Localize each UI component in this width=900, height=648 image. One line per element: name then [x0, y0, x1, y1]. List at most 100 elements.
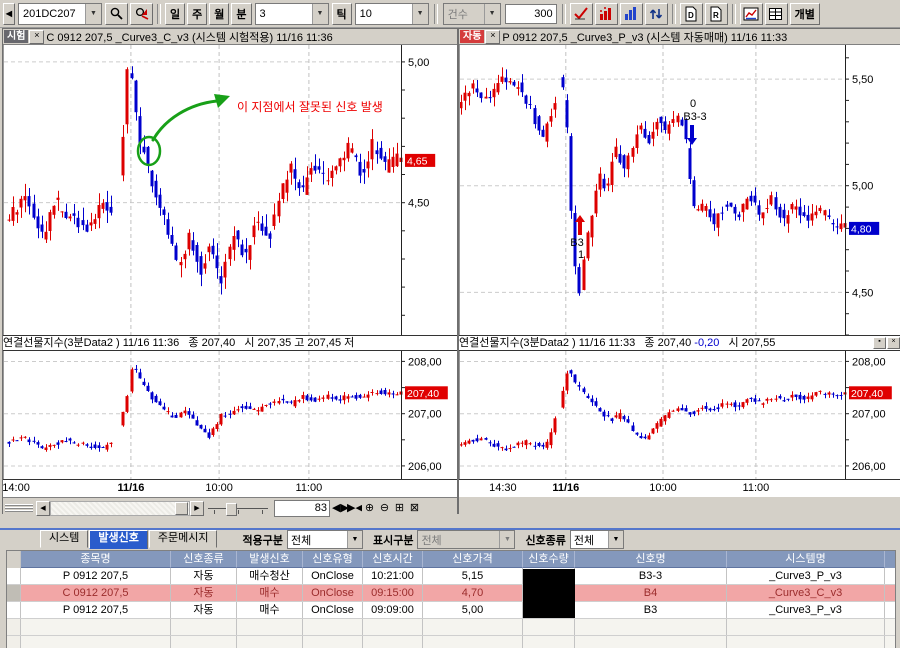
signal-tabs: 시스템발생신호주문메시지 [40, 530, 218, 549]
minute-combo[interactable]: 3 ▼ [255, 3, 329, 25]
grid-button[interactable] [765, 3, 788, 25]
filter-signal-type-combo[interactable]: 전체▼ [570, 530, 624, 549]
filter-value: 전체 [418, 532, 499, 548]
chart-title: P 0912 207,5 _Curve3_P_v3 (시스템 자동매매) 11/… [502, 29, 787, 45]
main-candlestick-chart: 5,004,504,65이 지점에서 잘못된 신호 발생 [3, 45, 457, 335]
document-r-button[interactable]: R [705, 3, 728, 25]
scroll-left-button[interactable]: ◀ [3, 3, 15, 25]
count-label: 건수 [444, 6, 484, 22]
toolbar: ◀ 201DC207 ▼ 일 주 월 분 3 ▼ 틱 10 ▼ 건수 ▼ [0, 0, 900, 28]
table-header: 종목명신호종류발생신호신호유형신호시간신호가격신호수량신호명시스템명 [7, 551, 895, 568]
table-cell [21, 619, 171, 635]
zoom-slider[interactable] [208, 501, 268, 516]
row-selector-cell[interactable] [7, 602, 21, 618]
search-button[interactable] [105, 3, 128, 25]
tick-combo[interactable]: 10 ▼ [355, 3, 429, 25]
row-selector-cell[interactable] [7, 568, 21, 584]
scrollbar-thumb[interactable] [175, 502, 188, 515]
signal-chart-blue-button[interactable] [620, 3, 643, 25]
svg-text:1: 1 [578, 249, 584, 261]
individual-button[interactable]: 개별 [790, 3, 820, 25]
table-cell [523, 636, 575, 648]
resize-grip-icon[interactable] [5, 504, 33, 513]
bar-count-input[interactable] [274, 500, 330, 517]
toolbar-separator [434, 4, 438, 24]
chart-panel-put: 자동 × P 0912 207,5 _Curve3_P_v3 (시스템 자동매매… [458, 28, 900, 514]
chart-window-button[interactable] [740, 3, 763, 25]
period-minute-button[interactable]: 분 [231, 3, 251, 25]
signal-check-button[interactable] [570, 3, 593, 25]
chart-header: 시험 × C 0912 207,5 _Curve3_C_v3 (시스템 시험적용… [3, 29, 457, 45]
svg-text:208,00: 208,00 [408, 356, 442, 368]
zoom-in-icon[interactable]: ⊕ [362, 500, 377, 516]
index-chart-header: 연결선물지수(3분Data2 ) 11/16 11:36 종 207,40 시 … [3, 335, 457, 351]
period-month-button[interactable]: 월 [209, 3, 229, 25]
restore-icon[interactable]: ▪ [873, 337, 886, 349]
grid-icon [768, 6, 784, 22]
count-input[interactable] [505, 4, 557, 24]
svg-text:207,40: 207,40 [851, 388, 883, 400]
expand-horizontal-icon[interactable]: ◀▶ [332, 500, 347, 516]
table-cell: P 0912 207,5 [21, 568, 171, 584]
table-cell: 4,70 [423, 585, 523, 601]
time-axis: 14:3011/1610:0011:00 [459, 479, 900, 497]
column-header[interactable]: 발생신호 [237, 551, 303, 568]
table-cell: OnClose [303, 602, 363, 618]
scrollbar-track[interactable] [50, 501, 190, 516]
compress-horizontal-icon[interactable]: ▶◀ [347, 500, 362, 516]
table-row[interactable]: P 0912 207,5자동매수OnClose09:09:005,00B3_Cu… [7, 602, 895, 619]
chart-title: C 0912 207,5 _Curve3_C_v3 (시스템 시험적용) 11/… [46, 29, 332, 45]
row-selector-cell[interactable] [7, 585, 21, 601]
table-cell [423, 619, 523, 635]
document-d-button[interactable]: D [680, 3, 703, 25]
zoom-slider-thumb[interactable] [226, 503, 237, 516]
signal-chart-red-button[interactable] [595, 3, 618, 25]
column-header[interactable]: 신호유형 [303, 551, 363, 568]
table-cell: 자동 [171, 568, 237, 584]
table-row[interactable]: P 0912 207,5자동매수청산OnClose10:21:005,15B3-… [7, 568, 895, 585]
fit-chart-icon[interactable]: ⊞ [392, 500, 407, 516]
close-icon[interactable]: × [887, 337, 900, 349]
chevron-down-icon: ▼ [499, 531, 514, 548]
scrollbar-right-arrow[interactable]: ▶ [190, 501, 204, 516]
close-icon[interactable]: × [29, 30, 44, 44]
toolbar-separator [562, 4, 566, 24]
tab-system[interactable]: 시스템 [40, 530, 88, 548]
panel-footer [459, 497, 900, 517]
table-cell: 5,00 [423, 602, 523, 618]
close-box-icon[interactable]: ⊠ [407, 500, 422, 516]
scrollbar-left-arrow[interactable]: ◀ [36, 501, 50, 516]
table-body: P 0912 207,5자동매수청산OnClose10:21:005,15B3-… [7, 568, 895, 648]
svg-text:이 지점에서 잘못된 신호 발생: 이 지점에서 잘못된 신호 발생 [237, 100, 383, 114]
tab-order-message[interactable]: 주문메시지 [149, 530, 218, 548]
test-mode-badge: 시험 [4, 30, 28, 43]
index-candlestick-chart: 208,00207,00206,00207,40 [459, 351, 900, 479]
row-selector-cell [7, 619, 21, 635]
tab-signal[interactable]: 발생신호 [89, 530, 147, 549]
filter-value: 전체 [571, 532, 608, 548]
close-icon[interactable]: × [485, 30, 500, 44]
column-header[interactable]: 종목명 [21, 551, 171, 568]
column-header[interactable]: 시스템명 [727, 551, 885, 568]
column-header[interactable]: 신호가격 [423, 551, 523, 568]
period-week-button[interactable]: 주 [187, 3, 207, 25]
search-cancel-button[interactable] [130, 3, 153, 25]
redaction-box [523, 569, 575, 618]
column-header[interactable]: 신호시간 [363, 551, 423, 568]
svg-text:207,00: 207,00 [852, 409, 886, 421]
chart-header: 자동 × P 0912 207,5 _Curve3_P_v3 (시스템 자동매매… [459, 29, 900, 45]
svg-text:B3: B3 [570, 237, 583, 249]
zoom-out-icon[interactable]: ⊖ [377, 500, 392, 516]
column-header[interactable]: 신호종류 [171, 551, 237, 568]
time-axis-label: 10:00 [649, 482, 677, 494]
filter-apply-combo[interactable]: 전체▼ [287, 530, 363, 549]
column-header[interactable]: 신호명 [575, 551, 727, 568]
symbol-combo[interactable]: 201DC207 ▼ [18, 3, 102, 25]
period-day-button[interactable]: 일 [165, 3, 185, 25]
sort-updown-button[interactable] [645, 3, 668, 25]
tick-button[interactable]: 틱 [332, 3, 352, 25]
table-cell: B3-3 [575, 568, 727, 584]
column-header[interactable]: 신호수량 [523, 551, 575, 568]
svg-text:4,80: 4,80 [851, 223, 872, 235]
table-row[interactable]: C 0912 207,5자동매수OnClose09:15:004,70B4_Cu… [7, 585, 895, 602]
